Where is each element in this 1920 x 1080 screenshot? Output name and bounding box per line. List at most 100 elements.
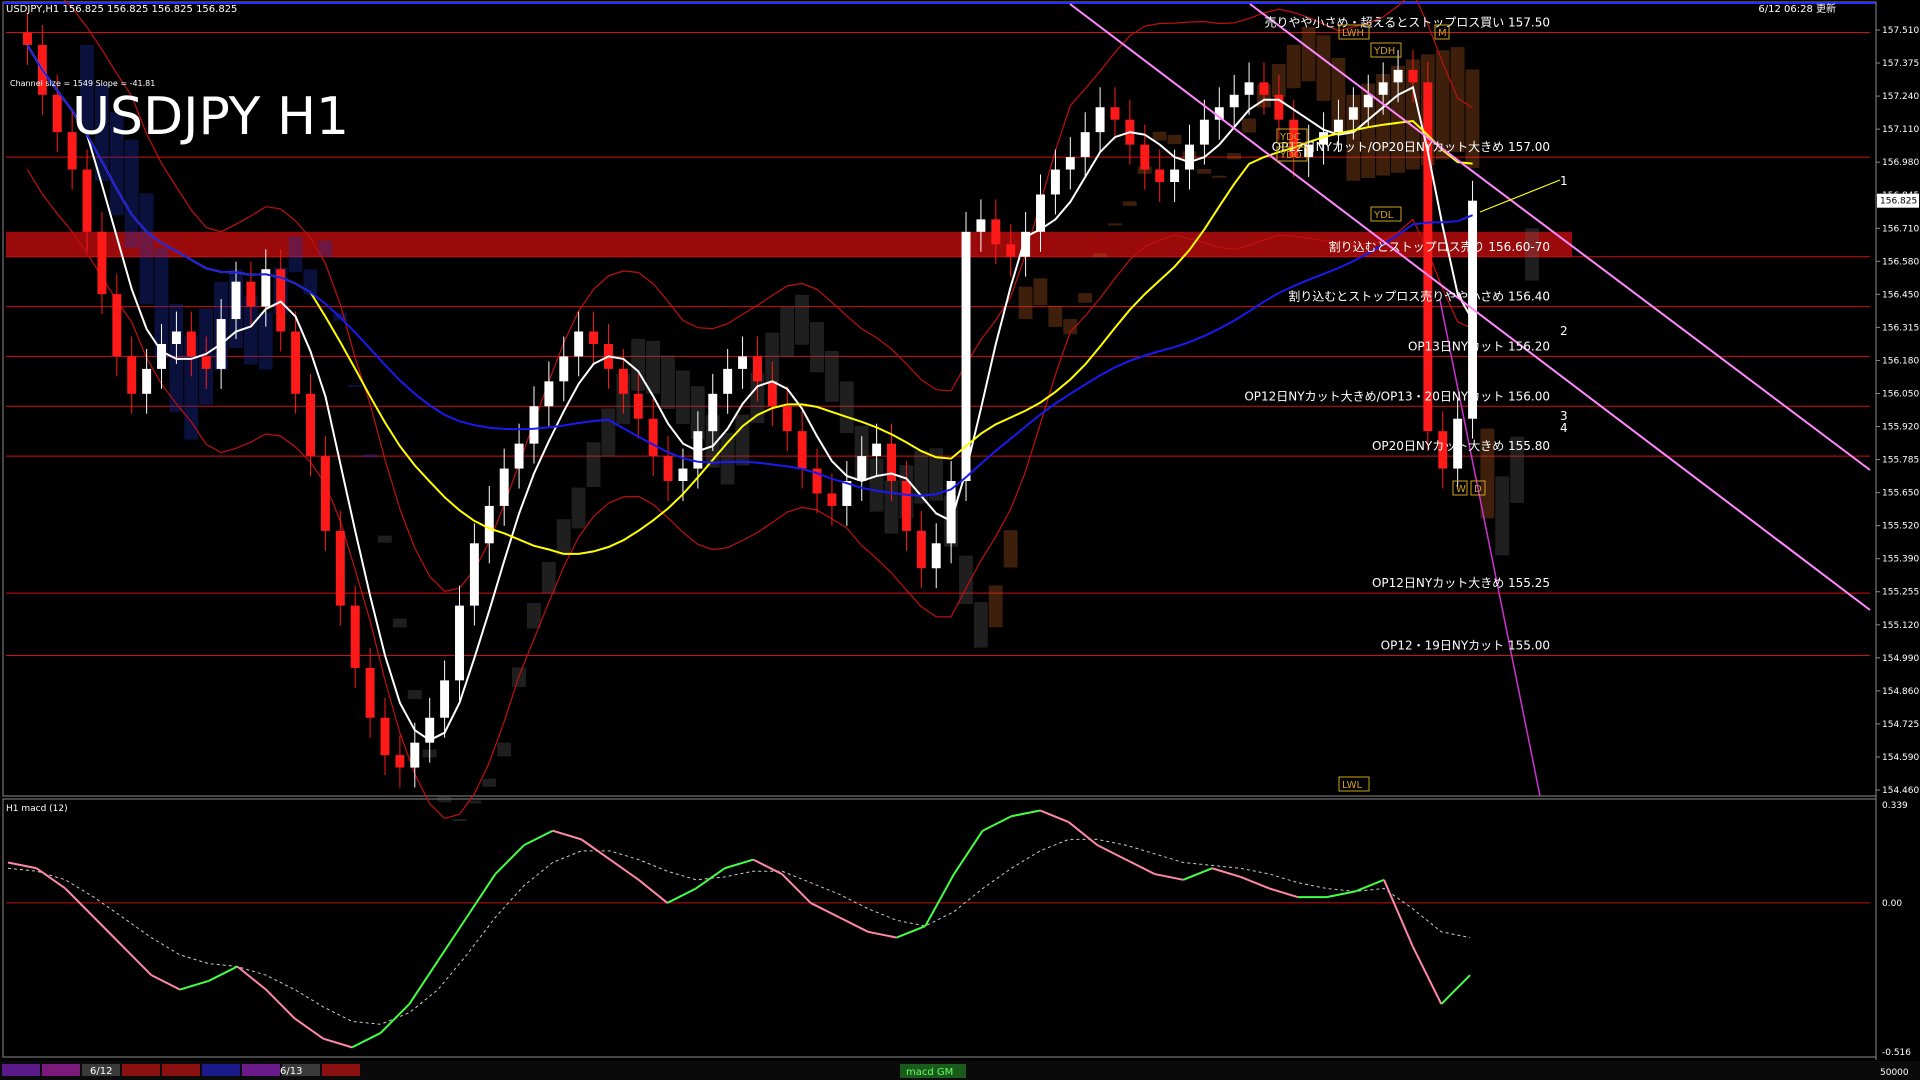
y-tick-label: 157.375 (1882, 59, 1919, 69)
cloud-segment (348, 385, 363, 388)
candle-body (1065, 157, 1075, 170)
y-tick-label: 155.120 (1882, 621, 1919, 631)
candle-body (1274, 94, 1284, 120)
candle-body (1363, 94, 1373, 108)
cloud-segment (1316, 35, 1331, 101)
y-tick-label: 156.710 (1882, 224, 1919, 234)
candle-body (201, 356, 211, 369)
candle-body (365, 667, 375, 718)
level-label: OP20日NYカット大きめ 155.80 (1372, 439, 1550, 453)
cloud-segment (1227, 153, 1242, 160)
y-tick-label: 156.450 (1882, 290, 1919, 300)
candle-body (559, 356, 569, 382)
candle-body (1348, 107, 1358, 120)
candle-body (678, 468, 688, 482)
candle-body (350, 605, 360, 668)
box-tag-label: M (1438, 28, 1447, 39)
macd-y-tick-label: 0.339 (1882, 801, 1908, 811)
candle-body (1199, 119, 1209, 145)
y-tick-label: 156.050 (1882, 389, 1919, 399)
cloud-segment (124, 139, 139, 249)
box-tag-label: W (1456, 484, 1466, 495)
candle-body (1155, 169, 1165, 182)
candle-body (1140, 144, 1150, 170)
y-tick-label: 157.510 (1882, 26, 1919, 36)
cloud-segment (720, 432, 735, 485)
y-tick-label: 155.785 (1882, 456, 1919, 466)
cloud-segment (780, 306, 795, 357)
candle-body (797, 431, 807, 469)
candle-body (395, 755, 405, 768)
cloud-segment (1242, 118, 1256, 133)
candle-body (186, 331, 196, 357)
marker-label: 2 (1560, 324, 1568, 338)
bottom-swatch (322, 1064, 360, 1076)
candle-body (976, 219, 986, 232)
candle-body (782, 406, 792, 432)
candle-body (1334, 119, 1343, 133)
cloud-segment (1048, 305, 1063, 327)
symbol-info-line: USDJPY,H1 156.825 156.825 156.825 156.82… (6, 4, 237, 15)
bottom-swatch (2, 1064, 40, 1076)
cloud-segment (139, 193, 154, 304)
y-tick-label: 157.110 (1882, 125, 1919, 135)
cloud-segment (824, 350, 839, 402)
candle-body (514, 443, 524, 469)
candle-body (738, 356, 748, 369)
candle-body (410, 742, 420, 768)
cloud-segment (1018, 286, 1033, 320)
level-label: 売りやや小さめ・超えるとストップロス買い 157.50 (1265, 14, 1550, 29)
cloud-segment (1167, 134, 1182, 144)
cloud-segment (1003, 530, 1018, 568)
bottom-swatch (242, 1064, 280, 1076)
box-tag-label: YDO (1279, 150, 1302, 161)
cloud-segment (973, 602, 988, 648)
chart-root: 売りやや小さめ・超えるとストップロス買い 157.50 OP12日NYカット/OP… (0, 0, 1920, 1080)
y-tick-label: 156.315 (1882, 323, 1919, 333)
update-datetime: 6/12 06:28 更新 (1758, 2, 1836, 15)
macd-subwindow-label: H1 macd (12) (6, 804, 68, 814)
cloud-segment (437, 796, 452, 803)
cloud-segment (556, 519, 571, 556)
cloud-segment (452, 819, 467, 822)
candle-body (171, 331, 181, 344)
candle-body (1170, 169, 1180, 182)
candle-body (544, 381, 554, 407)
candle-body (916, 530, 926, 569)
box-tag-label: YDC (1279, 132, 1301, 143)
candle-body (618, 368, 628, 394)
candle-body (857, 456, 867, 482)
volume-label: 50000 (1880, 1068, 1909, 1078)
current-price-label: 156.825 (1880, 197, 1917, 207)
y-tick-label: 156.980 (1882, 158, 1919, 168)
y-tick-label: 154.990 (1882, 654, 1919, 664)
y-tick-label: 154.725 (1882, 720, 1919, 730)
level-label: OP12・19日NYカット 155.00 (1381, 638, 1550, 652)
cloud-segment (586, 442, 601, 487)
bottom-swatch (42, 1064, 80, 1076)
box-tag-label: YDL (1373, 210, 1394, 221)
cloud-segment (1301, 26, 1316, 82)
candle-body (231, 281, 241, 320)
y-tick-label: 156.580 (1882, 257, 1919, 267)
candle-body (112, 294, 122, 357)
cloud-segment (675, 370, 690, 424)
cloud-segment (1107, 223, 1122, 226)
box-tag-label: YDH (1373, 46, 1395, 57)
candle-body (82, 169, 92, 232)
candle-body (246, 281, 256, 307)
cloud-segment (303, 269, 318, 295)
bottom-swatch (202, 1064, 240, 1076)
candle-body (1229, 94, 1239, 108)
cloud-segment (1495, 476, 1510, 556)
candle-body (1110, 107, 1120, 120)
candle-body (380, 717, 390, 756)
bottom-swatch (122, 1064, 160, 1076)
cloud-segment (795, 294, 809, 345)
candle-body (499, 468, 509, 506)
candle-body (97, 231, 107, 295)
cloud-segment (988, 585, 1003, 628)
big-title: USDJPY H1 (72, 87, 349, 147)
indicator-tag[interactable]: macd GM (906, 1067, 953, 1078)
box-tag-label: LWH (1342, 28, 1364, 39)
